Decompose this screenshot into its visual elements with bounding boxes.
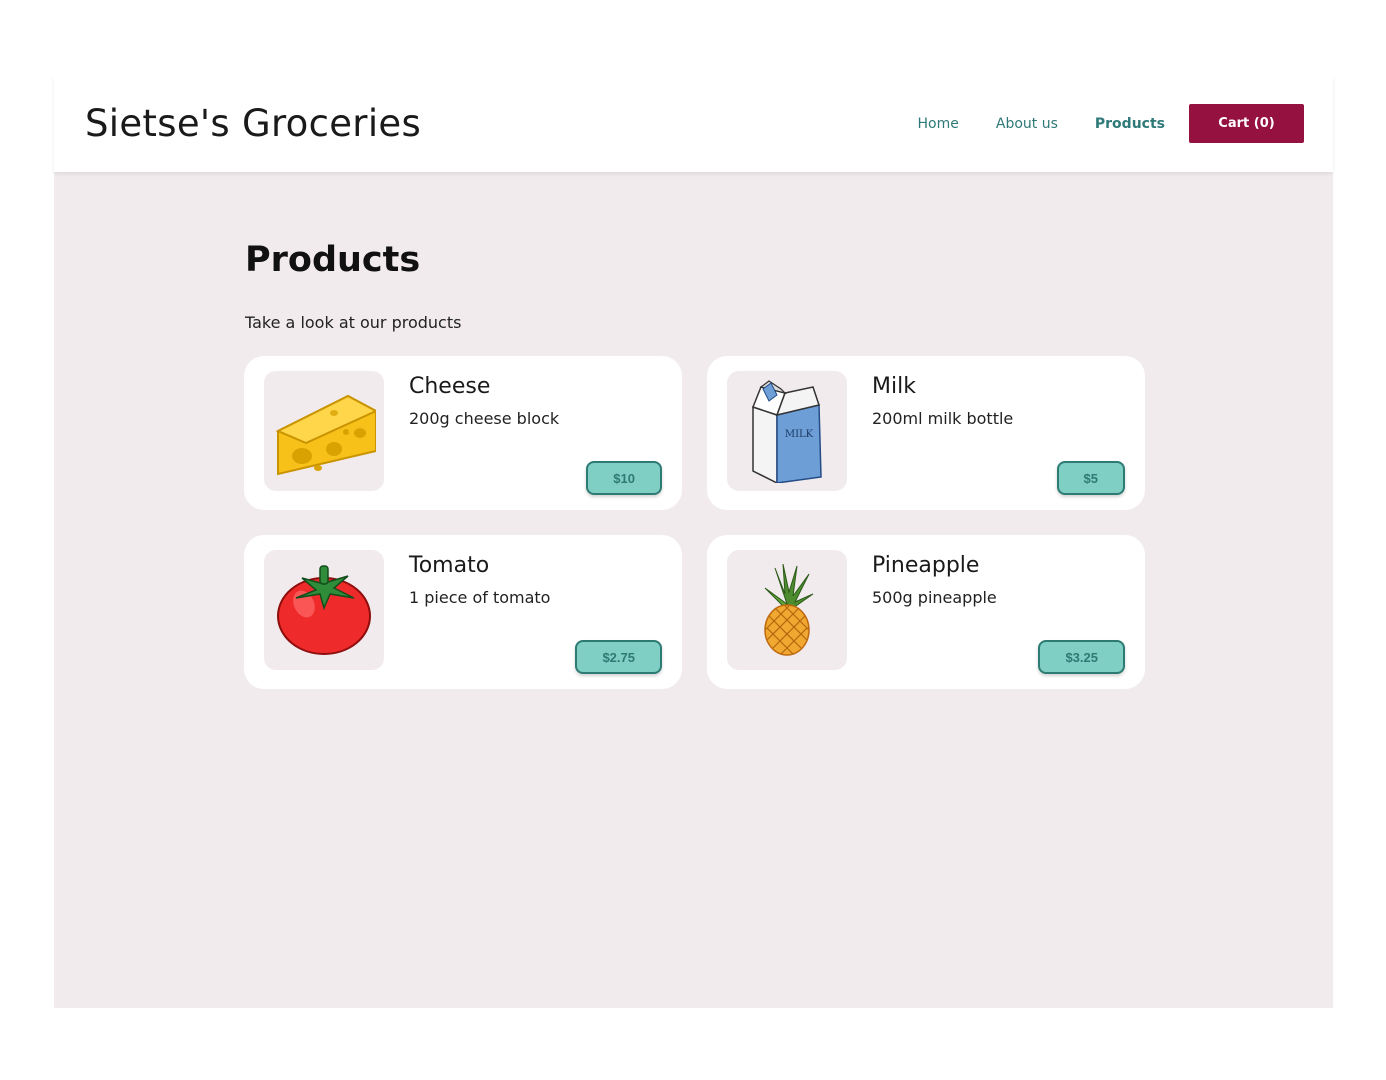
product-name: Milk xyxy=(872,374,916,399)
app-container: Sietse's Groceries Home About us Product… xyxy=(54,76,1333,1008)
tomato-icon xyxy=(277,565,371,655)
product-card-milk: MILK Milk 200ml milk bottle $5 xyxy=(707,356,1145,510)
nav-about-link[interactable]: About us xyxy=(996,116,1058,132)
product-image-tomato xyxy=(264,550,384,670)
page-heading: Products xyxy=(245,240,421,280)
product-name: Pineapple xyxy=(872,553,980,578)
milk-carton-icon: MILK xyxy=(752,380,822,483)
nav-products-link[interactable]: Products xyxy=(1095,116,1165,132)
product-name: Tomato xyxy=(409,553,490,578)
product-description: 500g pineapple xyxy=(872,588,997,607)
add-to-cart-price-button[interactable]: $3.25 xyxy=(1038,640,1125,674)
pineapple-icon xyxy=(764,564,814,656)
site-title: Sietse's Groceries xyxy=(85,102,422,145)
site-header: Sietse's Groceries Home About us Product… xyxy=(54,76,1333,172)
product-description: 1 piece of tomato xyxy=(409,588,551,607)
product-card-pineapple: Pineapple 500g pineapple $3.25 xyxy=(707,535,1145,689)
add-to-cart-price-button[interactable]: $5 xyxy=(1056,461,1125,495)
nav-home-link[interactable]: Home xyxy=(918,116,959,132)
page-subtitle: Take a look at our products xyxy=(245,313,462,332)
product-description: 200ml milk bottle xyxy=(872,409,1014,428)
cheese-icon xyxy=(275,394,376,476)
product-name: Cheese xyxy=(409,374,491,399)
product-card-cheese: Cheese 200g cheese block $10 xyxy=(244,356,682,510)
cart-button[interactable]: Cart (0) xyxy=(1189,104,1304,143)
product-image-cheese xyxy=(264,371,384,491)
product-card-tomato: Tomato 1 piece of tomato $2.75 xyxy=(244,535,682,689)
add-to-cart-price-button[interactable]: $2.75 xyxy=(575,640,662,674)
main-nav: Home About us Products Cart (0) xyxy=(918,104,1304,143)
milk-label: MILK xyxy=(785,429,814,440)
product-description: 200g cheese block xyxy=(409,409,560,428)
product-image-pineapple xyxy=(727,550,847,670)
add-to-cart-price-button[interactable]: $10 xyxy=(586,461,662,495)
product-image-milk: MILK xyxy=(727,371,847,491)
